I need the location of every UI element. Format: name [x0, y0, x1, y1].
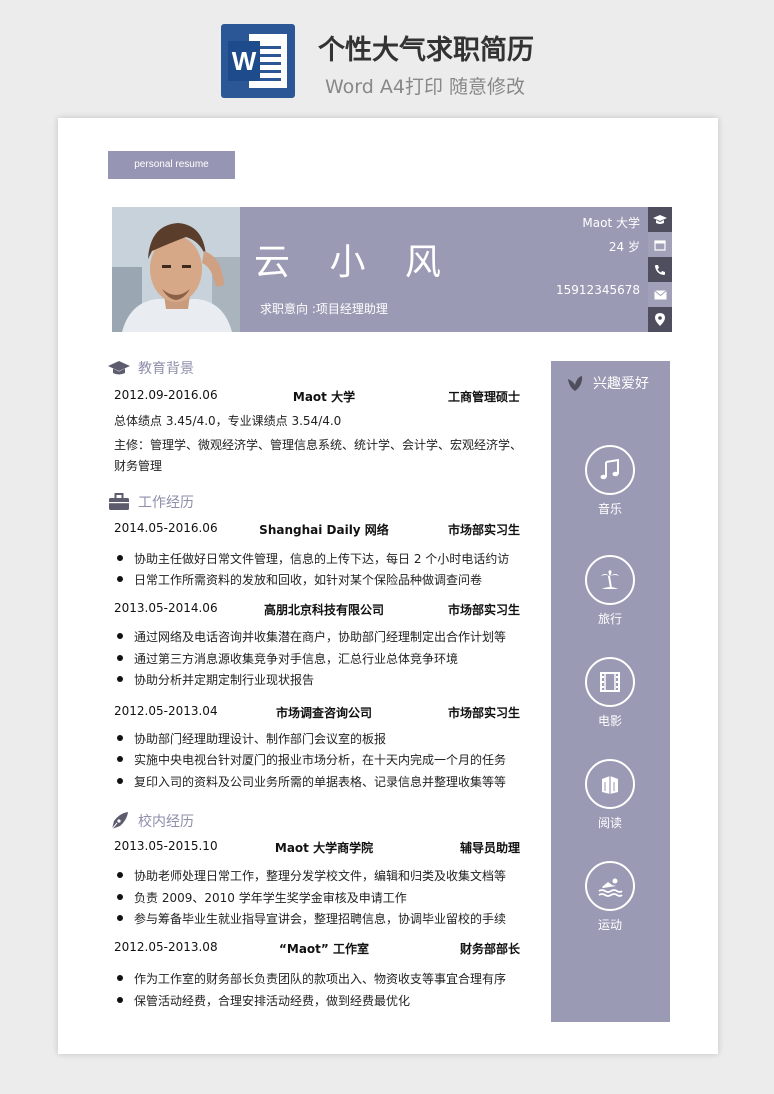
- phone-icon: [648, 257, 672, 282]
- books-icon: [585, 759, 635, 809]
- word-logo-icon: W: [221, 24, 295, 98]
- music-note-icon: [585, 445, 635, 495]
- resume-page: personal resume 云 小 风 求职意向 :项目经理助理 Maot …: [58, 118, 718, 1054]
- campus-bullet: 作为工作室的财务部长负责团队的款项出入、物资收支等事宜合理有序: [114, 970, 520, 987]
- location-pin-icon: [648, 307, 672, 332]
- graduation-cap-icon: [108, 361, 130, 375]
- leaf-icon: [568, 376, 583, 391]
- education-courses-cont: 财务管理: [114, 459, 163, 473]
- palm-tree-icon: [585, 555, 635, 605]
- work-bullet: 通过网络及电话咨询并收集潜在商户，协助部门经理制定出合作计划等: [114, 628, 520, 645]
- contact-icon-column: [648, 207, 672, 332]
- hobby-reading: 阅读: [585, 759, 635, 831]
- banner-title: 个性大气求职简历: [318, 35, 534, 66]
- hobby-sports: 运动: [585, 861, 635, 933]
- work-bullet: 复印入司的资料及公司业务所需的单据表格、记录信息并整理收集等等: [114, 773, 520, 790]
- campus-bullet: 协助老师处理日常工作，整理分发学校文件，编辑和归类及收集文档等: [114, 867, 520, 884]
- calendar-icon: [648, 232, 672, 257]
- work-bullet: 协助分析并定期定制行业现状报告: [114, 671, 520, 688]
- work-bullet: 协助部门经理助理设计、制作部门会议室的板报: [114, 730, 520, 747]
- hobby-music: 音乐: [585, 445, 635, 517]
- age-info: 24 岁: [608, 240, 640, 254]
- education-gpa: 总体绩点 3.45/4.0，专业课绩点 3.54/4.0: [114, 414, 342, 428]
- phone-info: 15912345678: [556, 283, 640, 297]
- campus-bullet: 保管活动经费，合理安排活动经费，做到经费最优化: [114, 992, 520, 1009]
- campus-section-title: 校内经历: [108, 811, 194, 831]
- education-section-title: 教育背景: [108, 358, 194, 378]
- work-bullet: 日常工作所需资料的发放和回收，如针对某个保险品种做调查问卷: [114, 571, 520, 588]
- top-banner: W 个性大气求职简历 Word A4打印 随意修改: [0, 0, 774, 108]
- candidate-name: 云 小 风: [254, 242, 455, 283]
- education-courses: 主修：管理学、微观经济学、管理信息系统、统计学、会计学、宏观经济学、: [114, 438, 520, 452]
- hobbies-sidebar: 兴趣爱好 音乐 旅行 电影 阅读 运动: [551, 361, 670, 1022]
- hobby-travel: 旅行: [585, 555, 635, 627]
- work-section-title: 工作经历: [108, 492, 194, 512]
- swimming-icon: [585, 861, 635, 911]
- resume-tag: personal resume: [108, 151, 235, 179]
- header-band: 云 小 风 求职意向 :项目经理助理 Maot 大学 24 岁 15912345…: [240, 207, 648, 332]
- work-bullet: 协助主任做好日常文件管理，信息的上传下达，每日 2 个小时电话约访: [114, 550, 520, 567]
- work-bullet: 实施中央电视台针对厦门的报业市场分析，在十天内完成一个月的任务: [114, 751, 520, 768]
- hobbies-title: 兴趣爱好: [565, 373, 649, 393]
- film-icon: [585, 657, 635, 707]
- pen-nib-icon: [111, 812, 128, 830]
- email-icon: [648, 282, 672, 307]
- campus-bullet: 参与筹备毕业生就业指导宣讲会，整理招聘信息，协调毕业留校的手续: [114, 910, 520, 927]
- work-bullet: 通过第三方消息源收集竞争对手信息，汇总行业总体竞争环境: [114, 650, 520, 667]
- hobby-movie: 电影: [585, 657, 635, 729]
- campus-bullet: 负责 2009、2010 学年学生奖学金审核及申请工作: [114, 889, 520, 906]
- banner-subtitle: Word A4打印 随意修改: [325, 76, 526, 98]
- briefcase-icon: [109, 493, 129, 510]
- profile-photo: [112, 207, 240, 332]
- job-intent: 求职意向 :项目经理助理: [260, 302, 388, 316]
- school-info: Maot 大学: [582, 216, 640, 230]
- graduation-cap-icon: [648, 207, 672, 232]
